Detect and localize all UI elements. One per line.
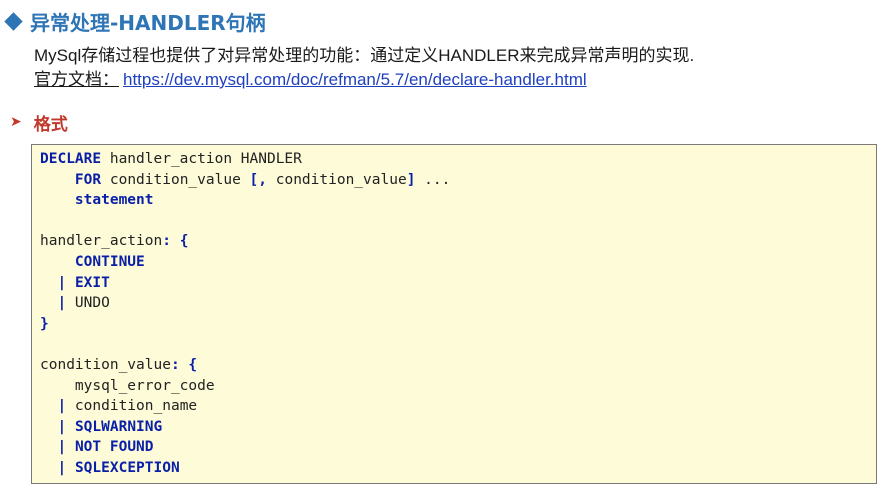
code-keyword: SQLEXCEPTION: [74, 459, 180, 476]
code-keyword: DECLARE: [40, 151, 102, 167]
page-title: 异常处理-HANDLER句柄: [30, 10, 266, 35]
code-line: | UNDO: [40, 293, 876, 314]
code-line: | EXIT: [40, 273, 876, 294]
code-keyword: :: [170, 356, 180, 373]
doc-reference: 官方文档： https://dev.mysql.com/doc/refman/5.…: [34, 68, 587, 92]
diamond-icon: [4, 11, 23, 31]
code-line: DECLARE handler_action HANDLER: [40, 149, 876, 170]
code-block: DECLARE handler_action HANDLER FOR condi…: [31, 144, 877, 484]
code-line: statement: [40, 190, 876, 211]
code-keyword: }: [40, 315, 49, 332]
code-keyword: FOR: [74, 171, 102, 188]
arrow-icon: ➤: [10, 114, 22, 130]
code-keyword: [,: [249, 171, 267, 188]
format-label: 格式: [33, 114, 68, 135]
code-keyword: {: [179, 233, 189, 250]
code-keyword: |: [57, 274, 67, 291]
code-keyword: |: [57, 459, 67, 476]
code-keyword: CONTINUE: [74, 253, 145, 270]
code-text: ...: [415, 171, 451, 188]
code-keyword: NOT FOUND: [74, 439, 154, 456]
code-line: | SQLEXCEPTION: [40, 458, 876, 479]
code-line: mysql_error_code: [40, 376, 876, 397]
code-line: | NOT FOUND: [40, 437, 876, 458]
code-keyword: |: [57, 418, 67, 435]
code-keyword: EXIT: [74, 274, 110, 291]
code-text: condition_value: [267, 171, 407, 188]
doc-label: 官方文档：: [34, 70, 119, 89]
code-keyword: {: [188, 356, 198, 373]
code-line: handler_action: {: [40, 231, 876, 252]
code-keyword: SQLWARNING: [74, 418, 163, 435]
code-keyword: |: [57, 295, 67, 312]
code-line: | condition_name: [40, 396, 876, 417]
code-text: mysql_error_code: [40, 377, 215, 394]
code-keyword: |: [57, 439, 67, 456]
code-text: UNDO: [66, 295, 110, 312]
code-text: handler_action: [40, 233, 163, 250]
code-keyword: statement: [74, 192, 154, 209]
code-text: handler_action HANDLER: [101, 151, 302, 167]
code-text: condition_name: [66, 398, 198, 415]
format-heading: ➤ 格式: [10, 110, 68, 135]
code-text: condition_value: [40, 356, 171, 373]
code-line: | SQLWARNING: [40, 417, 876, 438]
code-keyword: |: [57, 398, 67, 415]
intro-description: MySql存储过程也提供了对异常处理的功能：通过定义HANDLER来完成异常声明…: [34, 46, 695, 65]
section-title: 异常处理-HANDLER句柄: [4, 6, 266, 36]
code-line: FOR condition_value [, condition_value] …: [40, 170, 876, 191]
code-line: }: [40, 314, 876, 335]
code-line: condition_value: {: [40, 355, 876, 376]
doc-link[interactable]: https://dev.mysql.com/doc/refman/5.7/en/…: [123, 70, 587, 89]
code-text: condition_value: [101, 171, 250, 188]
code-line: CONTINUE: [40, 252, 876, 273]
code-keyword: :: [162, 233, 171, 250]
